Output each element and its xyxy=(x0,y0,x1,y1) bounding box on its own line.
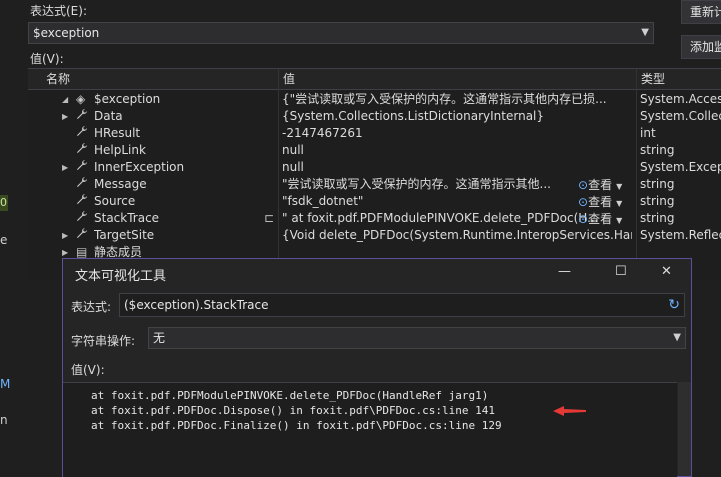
wrench-icon xyxy=(76,159,88,176)
table-row[interactable]: HelpLink null string xyxy=(28,142,721,159)
wrench-icon xyxy=(76,108,88,125)
expression-combo[interactable]: $exception ▼ xyxy=(28,22,654,44)
stack-line-1: at foxit.pdf.PDFModulePINVOKE.delete_PDF… xyxy=(91,389,489,402)
expander-icon[interactable]: ▶ xyxy=(62,108,68,125)
expander-icon[interactable]: ▶ xyxy=(62,159,68,176)
wrench-icon xyxy=(76,193,88,210)
row-name: Data xyxy=(94,109,123,123)
chevron-down-icon[interactable]: ▼ xyxy=(641,23,649,43)
maximize-icon[interactable]: ☐ xyxy=(615,264,627,279)
row-name: InnerException xyxy=(94,160,185,174)
string-operation-label: 字符串操作: xyxy=(71,334,136,348)
column-name[interactable]: 名称 xyxy=(42,69,278,89)
table-row[interactable]: ◢ ◈ $exception {"尝试读取或写入受保护的内存。这通常指示其他内存已损.… xyxy=(28,91,721,108)
stack-line-3: at foxit.pdf.PDFDoc.Finalize() in foxit.… xyxy=(91,419,502,432)
expander-icon[interactable]: ◢ xyxy=(62,91,68,108)
magnifier-icon: ⊙ xyxy=(578,212,589,226)
row-value: -2147467261 xyxy=(282,126,363,140)
wrench-icon xyxy=(76,176,88,193)
close-icon[interactable]: ✕ xyxy=(661,264,672,279)
dialog-expression-value: ($exception).StackTrace xyxy=(124,298,269,312)
left-edge-panel: 0 e M n xyxy=(0,0,14,475)
dialog-expression-field[interactable]: ($exception).StackTrace ↻ xyxy=(119,293,685,317)
row-value: {Void delete_PDFDoc(System.Runtime.Inter… xyxy=(282,228,632,242)
chevron-down-icon[interactable]: ▼ xyxy=(616,182,622,191)
left-edge-marker: 0 xyxy=(0,195,8,211)
textarea-scrollbar[interactable] xyxy=(678,382,691,476)
row-value: null xyxy=(282,143,304,157)
table-row[interactable]: StackTrace ⊏ " at foxit.pdf.PDFModulePINVO… xyxy=(28,210,721,227)
table-row[interactable]: Source "fsdk_dotnet" ⊙查看 ▼ string xyxy=(28,193,721,210)
table-row[interactable]: Message "尝试读取或写入受保护的内存。这通常指示其他... ⊙查看 ▼ stri… xyxy=(28,176,721,193)
exception-object-icon: ◈ xyxy=(76,92,86,106)
minimize-icon[interactable]: — xyxy=(558,264,571,279)
row-value: null xyxy=(282,160,304,174)
row-type: string xyxy=(640,211,675,225)
dialog-value-label: 值(V): xyxy=(71,363,105,377)
stack-line-2: at foxit.pdf.PDFDoc.Dispose() in foxit.p… xyxy=(91,404,495,417)
dialog-title: 文本可视化工具 xyxy=(75,269,167,284)
row-name: Message xyxy=(94,177,147,191)
column-value[interactable]: 值 xyxy=(278,69,637,89)
row-type: System.Collecti xyxy=(640,109,721,123)
table-row[interactable]: ▶ Data {System.Collections.ListDictionaryI… xyxy=(28,108,721,125)
magnifier-icon: ⊙ xyxy=(578,178,589,192)
row-type: System.AccessV xyxy=(640,92,721,106)
table-row[interactable]: ▶ InnerException null System.Exceptio xyxy=(28,159,721,176)
stacktrace-textarea[interactable]: at foxit.pdf.PDFModulePINVOKE.delete_PDF… xyxy=(63,382,677,477)
row-value: {"尝试读取或写入受保护的内存。这通常指示其他内存已损... xyxy=(282,92,607,106)
magnifier-icon: ⊙ xyxy=(578,195,589,209)
dialog-expression-label: 表达式: xyxy=(71,300,112,314)
row-name: HelpLink xyxy=(94,143,146,157)
row-type: System.Reflecti xyxy=(640,228,721,242)
left-edge-char-3: n xyxy=(0,413,8,427)
row-type: int xyxy=(640,126,656,140)
row-name: Source xyxy=(94,194,136,208)
table-row[interactable]: ▶ TargetSite {Void delete_PDFDoc(System.Ru… xyxy=(28,227,721,244)
wrench-icon xyxy=(76,142,88,159)
row-type: string xyxy=(640,177,675,191)
pin-icon[interactable]: ⊏ xyxy=(264,210,274,227)
wrench-icon xyxy=(76,125,88,142)
row-name: StackTrace xyxy=(94,211,160,225)
red-arrow-annotation xyxy=(553,406,586,416)
left-edge-char-2: M xyxy=(0,377,11,391)
grid-header: 名称 值 类型 xyxy=(28,69,721,90)
chevron-down-icon[interactable]: ▼ xyxy=(673,328,681,348)
expander-icon[interactable]: ▶ xyxy=(62,227,68,244)
left-edge-char: e xyxy=(0,233,8,247)
row-name: HResult xyxy=(94,126,141,140)
row-name: $exception xyxy=(94,92,161,106)
wrench-icon xyxy=(76,210,88,227)
recalculate-button[interactable]: 重新计 xyxy=(681,0,721,24)
refresh-icon[interactable]: ↻ xyxy=(668,294,680,316)
row-name: TargetSite xyxy=(94,228,155,242)
chevron-down-icon[interactable]: ▼ xyxy=(616,216,622,225)
string-operation-combo[interactable]: 无 ▼ xyxy=(148,327,686,349)
table-row[interactable]: HResult -2147467261 int xyxy=(28,125,721,142)
row-type: string xyxy=(640,194,675,208)
row-type: System.Exceptio xyxy=(640,160,721,174)
expression-label: 表达式(E): xyxy=(30,4,87,18)
expression-value: $exception xyxy=(33,26,100,40)
row-type: string xyxy=(640,143,675,157)
add-watch-button[interactable]: 添加监 xyxy=(681,35,721,59)
text-visualizer-dialog: 文本可视化工具 — ☐ ✕ 表达式: ($exception).StackTra… xyxy=(62,258,692,477)
string-operation-value: 无 xyxy=(153,331,166,345)
row-value: {System.Collections.ListDictionaryIntern… xyxy=(282,109,545,123)
wrench-icon xyxy=(76,227,88,244)
value-label: 值(V): xyxy=(30,52,64,66)
value-grid: 名称 值 类型 ◢ ◈ $exception {"尝试读取或写入受保护的内存。这通常指… xyxy=(28,68,721,279)
column-type[interactable]: 类型 xyxy=(636,69,721,89)
chevron-down-icon[interactable]: ▼ xyxy=(616,199,622,208)
